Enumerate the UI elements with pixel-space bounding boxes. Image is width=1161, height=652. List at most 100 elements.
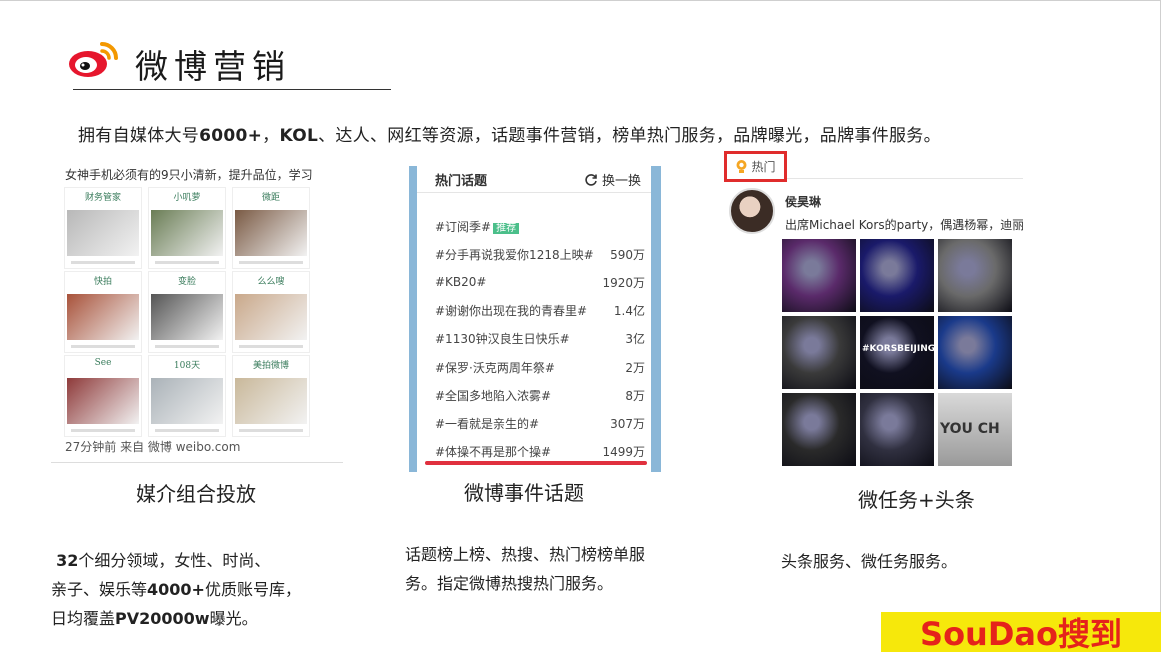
intro-part: ， (262, 126, 280, 146)
hot-badge-label: 热门 (751, 160, 776, 174)
app-tile-label: 快拍 (93, 277, 112, 287)
topic-count: 1920万 (602, 275, 645, 290)
app-tile-text-line (239, 429, 303, 432)
topic-count: 590万 (610, 247, 645, 262)
topic-name[interactable]: #KB20# (435, 275, 486, 289)
divider (51, 462, 343, 463)
hot-topics-title: 热门话题 (435, 174, 488, 189)
app-tile-label: 108天 (173, 361, 201, 371)
post-photo[interactable] (782, 316, 856, 389)
app-tile-label: 小叽萝 (173, 193, 201, 203)
desc-text: 个细分领域，女性、时尚、 (78, 551, 271, 570)
desc-number: 32 (56, 551, 79, 570)
app-tile-grid: 财务管家 小叽萝 微距快拍 变脸 么么嗖 See 108天 美拍微博 (64, 187, 310, 592)
app-tile[interactable]: 么么嗖 (232, 271, 310, 353)
topic-name[interactable]: #分手再说我爱你1218上映# (435, 248, 594, 262)
app-tile-image (67, 378, 139, 424)
topic-name[interactable]: #体操不再是那个操# (435, 445, 551, 459)
app-tile-image (151, 378, 223, 424)
topic-row[interactable]: #一看就是亲生的# 307万 (435, 409, 645, 437)
app-tile[interactable]: See (64, 355, 142, 437)
topic-row[interactable]: #KB20# 1920万 (435, 268, 645, 296)
post-photo[interactable] (860, 239, 934, 312)
app-tile-image (235, 378, 307, 424)
app-tile[interactable]: 变脸 (148, 271, 226, 353)
topic-row[interactable]: #谢谢你出现在我的青春里# 1.4亿 (435, 297, 645, 325)
post-text: 出席Michael Kors的party，偶遇杨幂，迪丽 (785, 218, 1023, 232)
weibo-logo-icon (69, 42, 118, 77)
post-photo[interactable] (938, 239, 1012, 312)
topic-left: #保罗·沃克两周年祭# (435, 359, 555, 376)
topic-row[interactable]: #全国多地陷入浓雾# 8万 (435, 381, 645, 409)
avatar[interactable] (729, 188, 775, 234)
topics-description: 话题榜上榜、热搜、热门榜榜单服务。指定微博热搜热门服务。 (405, 545, 646, 593)
app-tile[interactable]: 美拍微博 (232, 355, 310, 437)
topic-list: #订阅季# 推荐 #分手再说我爱你1218上映# 590万 #KB20# 1920万 #谢谢… (435, 212, 645, 466)
topic-name[interactable]: #一看就是亲生的# (435, 417, 539, 431)
app-tile-image (235, 294, 307, 340)
photo-grid: #KORSBEIJING# YOU CH (782, 239, 1014, 469)
app-tile[interactable]: 快拍 (64, 271, 142, 353)
app-tile-text-line (239, 261, 303, 264)
app-tile-label: 美拍微博 (252, 361, 289, 371)
app-tile-image (67, 210, 139, 256)
app-tile-image (235, 210, 307, 256)
app-tile[interactable]: 108天 (148, 355, 226, 437)
topic-count: 1499万 (602, 445, 645, 460)
headline-caption: 微任务+头条 (858, 488, 975, 512)
topic-name[interactable]: #谢谢你出现在我的青春里# (435, 304, 587, 318)
topic-name[interactable]: #1130钟汉良生日快乐# (435, 332, 570, 346)
topic-left: #体操不再是那个操# (435, 443, 551, 460)
post-photo[interactable] (938, 316, 1012, 389)
media-description: 32个细分领域，女性、时尚、 亲子、娱乐等4000+优质账号库， 日均覆盖PV2… (51, 546, 351, 633)
post-photo[interactable]: #KORSBEIJING# (860, 316, 934, 389)
intro-part: 、达人、网红等资源，话题事件营销，榜单热门服务，品牌曝光，品牌事件服务。 (318, 126, 941, 146)
intro-text: 拥有自媒体大号6000+，KOL、达人、网红等资源，话题事件营销，榜单热门服务，… (78, 121, 941, 146)
post-photo[interactable] (782, 393, 856, 466)
app-tile-image (67, 294, 139, 340)
post-photo[interactable] (782, 239, 856, 312)
post-headline[interactable]: 女神手机必须有的9只小清新，提升品位，学习 (65, 166, 343, 183)
app-tile-text-line (155, 261, 219, 264)
topic-row[interactable]: #1130钟汉良生日快乐# 3亿 (435, 325, 645, 353)
app-tile[interactable]: 小叽萝 (148, 187, 226, 269)
app-tile-image (151, 294, 223, 340)
desc-text: 日均覆盖 (51, 609, 116, 628)
desc-text: 亲子、娱乐等 (51, 580, 148, 599)
user-name[interactable]: 侯昊琳 (785, 193, 821, 210)
page-title: 微博营销 (135, 47, 291, 86)
hot-badge[interactable]: 热门 (724, 151, 787, 182)
divider (787, 178, 1023, 179)
media-collage-panel: 女神手机必须有的9只小清新，提升品位，学习 财务管家 小叽萝 微距快拍 变脸 么么嗖 Se… (51, 160, 343, 464)
app-tile-label: 变脸 (177, 277, 196, 287)
topic-count: 3亿 (625, 332, 645, 347)
app-tile-label: 么么嗖 (257, 277, 285, 287)
app-tile-text-line (155, 429, 219, 432)
topic-name[interactable]: #订阅季# (435, 220, 491, 234)
topic-left: #1130钟汉良生日快乐# (435, 330, 570, 347)
post-photo[interactable]: YOU CH (938, 393, 1012, 466)
intro-part: 拥有自媒体大号 (78, 126, 200, 146)
app-tile[interactable]: 微距 (232, 187, 310, 269)
post-photo[interactable] (860, 393, 934, 466)
app-tile-label: 财务管家 (84, 193, 121, 203)
divider (417, 192, 651, 193)
desc-number: PV20000w (115, 609, 210, 628)
app-tile-label: See (94, 358, 112, 368)
recommend-badge: 推荐 (493, 222, 520, 234)
topic-count: 2万 (625, 360, 645, 375)
refresh-label: 换一换 (601, 174, 641, 189)
topic-left: #全国多地陷入浓雾# (435, 387, 551, 404)
topic-name[interactable]: #全国多地陷入浓雾# (435, 389, 551, 403)
app-tile-text-line (71, 345, 135, 348)
app-tile-text-line (155, 345, 219, 348)
topic-count: 1.4亿 (613, 304, 645, 319)
topic-row[interactable]: #保罗·沃克两周年祭# 2万 (435, 353, 645, 381)
refresh-button[interactable]: 换一换 (584, 170, 641, 189)
topic-row[interactable]: #分手再说我爱你1218上映# 590万 (435, 240, 645, 268)
topic-left: #KB20# (435, 275, 486, 289)
topic-name[interactable]: #保罗·沃克两周年祭# (435, 361, 555, 375)
topic-row[interactable]: #订阅季# 推荐 (435, 212, 645, 240)
app-tile[interactable]: 财务管家 (64, 187, 142, 269)
topics-caption: 微博事件话题 (464, 481, 584, 505)
